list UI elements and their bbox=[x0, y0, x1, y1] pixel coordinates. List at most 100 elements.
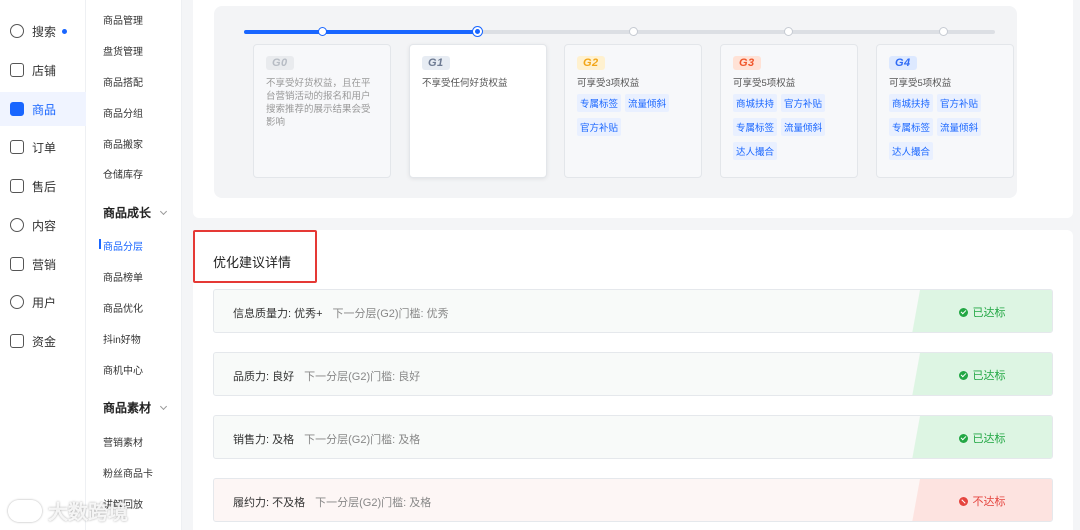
status-text: 已达标 bbox=[972, 370, 1006, 382]
chevron-down-icon bbox=[159, 207, 168, 216]
subnav-item-douin[interactable]: 抖in好物 bbox=[103, 331, 141, 346]
search-chart-icon bbox=[10, 24, 24, 38]
benefit-tag: 官方补贴 bbox=[781, 94, 826, 112]
status-badge: 已达标 bbox=[912, 290, 1052, 332]
after-sale-icon bbox=[10, 179, 24, 193]
tier-badge: G2 bbox=[577, 56, 605, 70]
watermark: 大数跨境 bbox=[8, 496, 128, 525]
nav-label: 商品 bbox=[32, 102, 57, 117]
secondary-nav: 商品管理 盘货管理 商品搭配 商品分组 商品搬家 仓储库存 商品成长 商品分层 … bbox=[86, 0, 182, 530]
benefit-tag: 流量倾斜 bbox=[625, 94, 670, 112]
tier-badge: G1 bbox=[422, 56, 450, 70]
nav-item-order[interactable]: 订单 bbox=[0, 130, 86, 164]
benefit-tag: 达人撮合 bbox=[733, 142, 778, 160]
tier-node-g3 bbox=[784, 27, 793, 36]
benefit-tag: 官方补贴 bbox=[577, 118, 622, 136]
tier-card-g3[interactable]: G3 可享受5项权益 商城扶持 官方补贴 专属标签 流量倾斜 达人撮合 bbox=[720, 44, 858, 178]
nav-item-content[interactable]: 内容 bbox=[0, 208, 86, 242]
section-title: 优化建议详情 bbox=[213, 255, 292, 270]
tier-badge: G3 bbox=[733, 56, 761, 70]
nav-item-after-sale[interactable]: 售后 bbox=[0, 169, 86, 203]
tier-desc: 可享受5项权益 bbox=[889, 78, 952, 89]
tier-desc: 不享受好货权益，且在平台营销活动的报名和用户搜索推荐的展示结果会受影响 bbox=[266, 78, 371, 128]
subnav-item-inventory-plan[interactable]: 盘货管理 bbox=[103, 43, 143, 58]
subnav-item-bundle[interactable]: 商品搭配 bbox=[103, 74, 143, 89]
metric-threshold: 下一分层(G2)门槛: 及格 bbox=[304, 434, 421, 446]
nav-item-goods[interactable]: 商品 bbox=[0, 92, 86, 126]
metric-row-fulfillment: 履约力: 不及格 下一分层(G2)门槛: 及格 不达标 bbox=[213, 478, 1053, 522]
subnav-item-fans-card[interactable]: 粉丝商品卡 bbox=[103, 465, 153, 480]
tier-panel: G0 不享受好货权益，且在平台营销活动的报名和用户搜索推荐的展示结果会受影响 G… bbox=[214, 6, 1017, 198]
tier-node-g0 bbox=[318, 27, 327, 36]
tier-badge: G4 bbox=[889, 56, 917, 70]
benefit-tags: 专属标签 流量倾斜 官方补贴 bbox=[577, 94, 689, 142]
nav-item-marketing[interactable]: 营销 bbox=[0, 247, 86, 281]
metric-row-info-quality: 信息质量力: 优秀+ 下一分层(G2)门槛: 优秀 已达标 bbox=[213, 289, 1053, 333]
order-icon bbox=[10, 140, 24, 154]
benefit-tag: 商城扶持 bbox=[889, 94, 934, 112]
status-badge: 已达标 bbox=[912, 353, 1052, 395]
subnav-group-growth[interactable]: 商品成长 bbox=[103, 204, 168, 221]
wallet-icon bbox=[10, 334, 24, 348]
subnav-item-tiering[interactable]: 商品分层 bbox=[99, 238, 143, 253]
nav-item-store[interactable]: 店铺 bbox=[0, 53, 86, 87]
content-tv-icon bbox=[10, 218, 24, 232]
nav-label: 营销 bbox=[32, 257, 57, 272]
nav-item-user[interactable]: 用户 bbox=[0, 285, 86, 319]
benefit-tags: 商城扶持 官方补贴 专属标签 流量倾斜 达人撮合 bbox=[889, 94, 1001, 166]
subnav-item-grouping[interactable]: 商品分组 bbox=[103, 105, 143, 120]
megaphone-icon bbox=[10, 257, 24, 271]
nav-label: 资金 bbox=[32, 334, 57, 349]
subnav-item-goods-manage[interactable]: 商品管理 bbox=[103, 12, 143, 27]
nav-label: 售后 bbox=[32, 179, 57, 194]
tier-desc: 可享受5项权益 bbox=[733, 78, 796, 89]
status-text: 已达标 bbox=[972, 433, 1006, 445]
benefit-tag: 官方补贴 bbox=[937, 94, 982, 112]
group-label: 商品成长 bbox=[103, 206, 152, 220]
status-text: 不达标 bbox=[972, 496, 1006, 508]
benefit-tags: 商城扶持 官方补贴 专属标签 流量倾斜 达人撮合 bbox=[733, 94, 845, 166]
metric-threshold: 下一分层(G2)门槛: 及格 bbox=[315, 497, 432, 509]
benefit-tag: 流量倾斜 bbox=[937, 118, 982, 136]
tier-card-g0[interactable]: G0 不享受好货权益，且在平台营销活动的报名和用户搜索推荐的展示结果会受影响 bbox=[253, 44, 391, 178]
metric-threshold: 下一分层(G2)门槛: 优秀 bbox=[332, 308, 449, 320]
tier-card-g4[interactable]: G4 可享受5项权益 商城扶持 官方补贴 专属标签 流量倾斜 达人撮合 bbox=[876, 44, 1014, 178]
subnav-item-warehouse[interactable]: 仓储库存 bbox=[103, 166, 143, 181]
store-icon bbox=[10, 63, 24, 77]
nav-label: 搜索 bbox=[32, 24, 57, 39]
benefit-tag: 商城扶持 bbox=[733, 94, 778, 112]
error-circle-icon bbox=[958, 496, 968, 506]
benefit-tag: 达人撮合 bbox=[889, 142, 934, 160]
subnav-item-ranking[interactable]: 商品榜单 bbox=[103, 269, 143, 284]
benefit-tag: 流量倾斜 bbox=[781, 118, 826, 136]
subnav-item-marketing-material[interactable]: 营销素材 bbox=[103, 434, 143, 449]
status-text: 已达标 bbox=[972, 307, 1006, 319]
status-badge: 不达标 bbox=[912, 479, 1052, 521]
check-circle-icon bbox=[958, 433, 968, 443]
metric-label: 品质力: 良好 bbox=[233, 371, 295, 383]
tier-progress-track bbox=[244, 27, 995, 36]
subnav-item-migrate[interactable]: 商品搬家 bbox=[103, 136, 143, 151]
metric-threshold: 下一分层(G2)门槛: 良好 bbox=[304, 371, 421, 383]
nav-item-search[interactable]: 搜索 bbox=[0, 14, 86, 48]
benefit-tag: 专属标签 bbox=[577, 94, 622, 112]
tier-card-g2[interactable]: G2 可享受3项权益 专属标签 流量倾斜 官方补贴 bbox=[564, 44, 702, 178]
benefit-tag: 专属标签 bbox=[889, 118, 934, 136]
tier-desc: 不享受任何好货权益 bbox=[422, 78, 508, 89]
primary-nav: 搜索 店铺 商品 订单 售后 内容 营销 用户 资金 bbox=[0, 0, 86, 530]
nav-item-funds[interactable]: 资金 bbox=[0, 324, 86, 358]
nav-label: 内容 bbox=[32, 218, 57, 233]
subnav-item-opportunity[interactable]: 商机中心 bbox=[103, 362, 143, 377]
group-label: 商品素材 bbox=[103, 401, 152, 415]
tier-card-g1[interactable]: G1 不享受任何好货权益 bbox=[409, 44, 547, 178]
subnav-group-material[interactable]: 商品素材 bbox=[103, 399, 168, 416]
subnav-item-optimize[interactable]: 商品优化 bbox=[103, 300, 143, 315]
watermark-text: 大数跨境 bbox=[48, 502, 128, 524]
watermark-logo-icon bbox=[8, 499, 42, 522]
tier-node-g1 bbox=[473, 27, 482, 36]
benefit-tag: 专属标签 bbox=[733, 118, 778, 136]
metric-label: 信息质量力: 优秀+ bbox=[233, 308, 323, 320]
check-circle-icon bbox=[958, 307, 968, 317]
nav-label: 用户 bbox=[32, 295, 57, 310]
metric-row-sales: 销售力: 及格 下一分层(G2)门槛: 及格 已达标 bbox=[213, 415, 1053, 459]
